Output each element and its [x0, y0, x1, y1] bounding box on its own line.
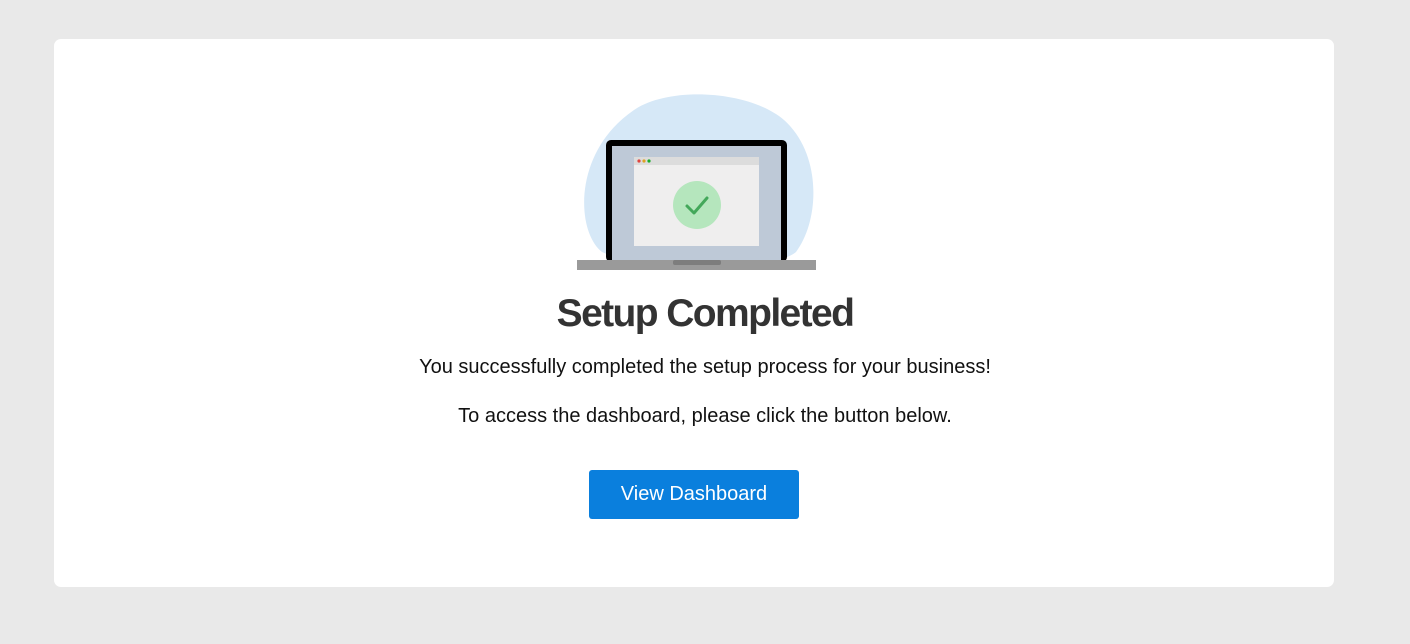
window-dot-green — [647, 159, 651, 163]
window-dot-yellow — [642, 159, 646, 163]
view-dashboard-button[interactable]: View Dashboard — [589, 470, 799, 519]
window-dot-red — [637, 159, 641, 163]
laptop-check-icon — [577, 94, 816, 270]
laptop-notch — [673, 260, 721, 265]
check-circle-icon — [673, 181, 721, 229]
laptop-check-illustration — [574, 92, 820, 274]
browser-toolbar — [634, 157, 759, 165]
success-message: You successfully completed the setup pro… — [419, 356, 991, 378]
instruction-text: To access the dashboard, please click th… — [458, 405, 952, 427]
page-title: Setup Completed — [556, 292, 855, 335]
